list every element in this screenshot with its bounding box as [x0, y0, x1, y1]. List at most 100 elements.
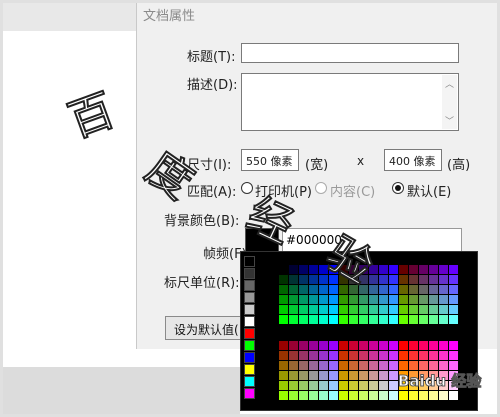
palette-color-cell[interactable]	[319, 361, 328, 370]
palette-color-cell[interactable]	[279, 275, 288, 284]
palette-color-cell[interactable]	[429, 275, 438, 284]
palette-color-cell[interactable]	[309, 391, 318, 400]
palette-basic-cell[interactable]	[244, 328, 255, 339]
palette-color-cell[interactable]	[379, 351, 388, 360]
palette-color-cell[interactable]	[409, 361, 418, 370]
palette-color-cell[interactable]	[379, 275, 388, 284]
palette-color-cell[interactable]	[449, 265, 458, 274]
palette-color-cell[interactable]	[309, 341, 318, 350]
palette-color-cell[interactable]	[329, 315, 338, 324]
palette-color-cell[interactable]	[309, 285, 318, 294]
palette-color-cell[interactable]	[329, 295, 338, 304]
palette-color-cell[interactable]	[379, 391, 388, 400]
palette-basic-cell[interactable]	[244, 340, 255, 351]
palette-color-cell[interactable]	[369, 315, 378, 324]
radio-default[interactable]	[392, 182, 404, 194]
palette-basic-cell[interactable]	[244, 268, 255, 279]
palette-basic-cell[interactable]	[244, 304, 255, 315]
palette-color-cell[interactable]	[409, 285, 418, 294]
palette-color-cell[interactable]	[419, 285, 428, 294]
palette-color-cell[interactable]	[339, 315, 348, 324]
palette-color-cell[interactable]	[409, 351, 418, 360]
palette-color-cell[interactable]	[289, 391, 298, 400]
palette-color-cell[interactable]	[339, 275, 348, 284]
palette-color-cell[interactable]	[389, 265, 398, 274]
palette-color-cell[interactable]	[279, 315, 288, 324]
palette-color-cell[interactable]	[449, 285, 458, 294]
palette-color-cell[interactable]	[399, 361, 408, 370]
palette-color-cell[interactable]	[439, 351, 448, 360]
palette-color-cell[interactable]	[279, 305, 288, 314]
palette-color-cell[interactable]	[309, 381, 318, 390]
palette-color-cell[interactable]	[299, 315, 308, 324]
scroll-down-icon[interactable]: ﹀	[445, 114, 454, 127]
palette-color-cell[interactable]	[419, 275, 428, 284]
palette-basic-cell[interactable]	[244, 364, 255, 375]
palette-color-cell[interactable]	[279, 285, 288, 294]
palette-color-cell[interactable]	[409, 265, 418, 274]
palette-color-cell[interactable]	[389, 305, 398, 314]
palette-color-cell[interactable]	[399, 275, 408, 284]
palette-color-cell[interactable]	[389, 341, 398, 350]
palette-color-cell[interactable]	[279, 361, 288, 370]
palette-color-cell[interactable]	[369, 305, 378, 314]
palette-color-cell[interactable]	[399, 295, 408, 304]
palette-color-cell[interactable]	[319, 341, 328, 350]
palette-color-cell[interactable]	[339, 371, 348, 380]
palette-color-cell[interactable]	[389, 381, 398, 390]
palette-color-cell[interactable]	[289, 275, 298, 284]
palette-color-cell[interactable]	[359, 295, 368, 304]
palette-basic-cell[interactable]	[244, 280, 255, 291]
palette-color-cell[interactable]	[359, 371, 368, 380]
palette-color-cell[interactable]	[399, 305, 408, 314]
palette-color-cell[interactable]	[429, 391, 438, 400]
palette-color-cell[interactable]	[339, 341, 348, 350]
palette-color-cell[interactable]	[319, 371, 328, 380]
palette-color-cell[interactable]	[439, 265, 448, 274]
palette-basic-cell[interactable]	[244, 376, 255, 387]
palette-color-cell[interactable]	[359, 315, 368, 324]
palette-color-cell[interactable]	[289, 305, 298, 314]
palette-color-cell[interactable]	[429, 315, 438, 324]
color-hex-input[interactable]: #000000	[282, 228, 462, 252]
palette-color-cell[interactable]	[329, 361, 338, 370]
palette-color-cell[interactable]	[409, 295, 418, 304]
palette-color-cell[interactable]	[409, 391, 418, 400]
palette-color-cell[interactable]	[409, 275, 418, 284]
palette-color-cell[interactable]	[369, 371, 378, 380]
palette-color-cell[interactable]	[359, 265, 368, 274]
palette-color-cell[interactable]	[309, 265, 318, 274]
palette-color-cell[interactable]	[339, 391, 348, 400]
palette-color-cell[interactable]	[329, 275, 338, 284]
palette-color-cell[interactable]	[339, 285, 348, 294]
palette-color-cell[interactable]	[369, 285, 378, 294]
palette-color-cell[interactable]	[389, 391, 398, 400]
palette-color-cell[interactable]	[369, 295, 378, 304]
palette-color-cell[interactable]	[339, 351, 348, 360]
radio-content[interactable]	[315, 182, 327, 194]
palette-color-cell[interactable]	[299, 361, 308, 370]
palette-color-cell[interactable]	[419, 391, 428, 400]
palette-color-cell[interactable]	[329, 285, 338, 294]
palette-basic-cell[interactable]	[244, 352, 255, 363]
palette-color-cell[interactable]	[299, 265, 308, 274]
palette-color-cell[interactable]	[439, 391, 448, 400]
palette-color-cell[interactable]	[389, 285, 398, 294]
palette-color-cell[interactable]	[379, 295, 388, 304]
palette-color-cell[interactable]	[289, 341, 298, 350]
palette-color-cell[interactable]	[299, 351, 308, 360]
palette-color-cell[interactable]	[379, 381, 388, 390]
palette-color-cell[interactable]	[279, 295, 288, 304]
palette-color-cell[interactable]	[319, 285, 328, 294]
palette-color-cell[interactable]	[449, 351, 458, 360]
palette-color-cell[interactable]	[299, 285, 308, 294]
palette-color-cell[interactable]	[369, 341, 378, 350]
palette-color-cell[interactable]	[279, 381, 288, 390]
palette-color-cell[interactable]	[349, 361, 358, 370]
palette-color-cell[interactable]	[429, 341, 438, 350]
palette-color-cell[interactable]	[429, 351, 438, 360]
scroll-up-icon[interactable]: ︿	[445, 77, 454, 90]
description-scrollbar[interactable]: ︿ ﹀	[442, 75, 457, 129]
palette-basic-cell[interactable]	[244, 256, 255, 267]
palette-color-cell[interactable]	[349, 381, 358, 390]
